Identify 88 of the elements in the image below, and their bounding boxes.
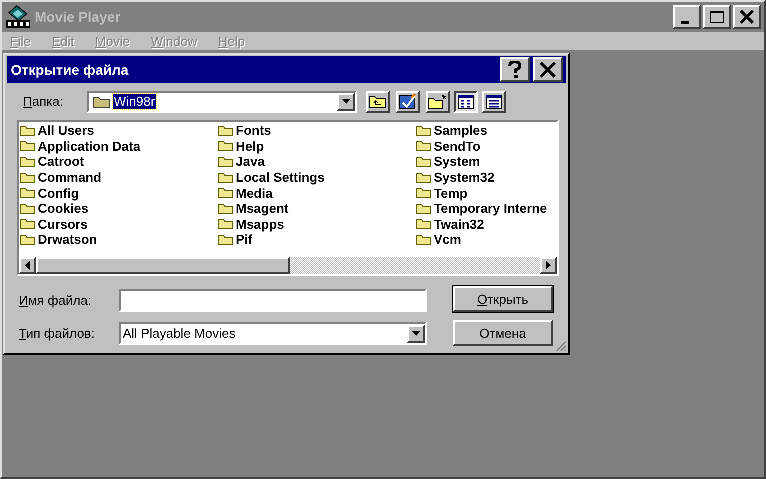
new-folder-icon <box>428 94 448 110</box>
folder-item[interactable]: Java <box>218 154 416 170</box>
folder-item[interactable]: Media <box>218 185 416 201</box>
close-icon <box>539 62 557 78</box>
folder-icon <box>416 202 432 215</box>
resize-grip-icon <box>555 340 567 352</box>
file-type-label: Тип файлов: <box>19 326 96 341</box>
folder-icon <box>416 187 432 200</box>
folder-item[interactable]: Pif <box>218 232 416 248</box>
folder-icon <box>416 156 432 168</box>
folder-item[interactable]: Fonts <box>218 123 416 139</box>
folder-icon <box>218 156 234 168</box>
details-view-button[interactable] <box>482 90 506 112</box>
folder-item[interactable]: Cookies <box>20 200 218 217</box>
folder-icon <box>93 94 111 108</box>
close-icon <box>739 10 755 24</box>
folder-icon <box>416 234 432 246</box>
folder-item[interactable]: Command <box>20 170 218 186</box>
folder-icon <box>218 218 234 230</box>
folder-icon <box>218 124 234 137</box>
filename-label: Имя файла: <box>19 293 93 308</box>
maximize-button[interactable] <box>703 5 731 29</box>
folder-item[interactable]: Temporary Interne <box>416 200 557 217</box>
list-view-button[interactable] <box>454 90 478 112</box>
window-title: Movie Player <box>35 9 121 25</box>
folder-item[interactable]: SendTo <box>416 138 557 154</box>
new-folder-button[interactable] <box>426 90 450 112</box>
checkmark-icon <box>399 94 417 110</box>
folder-icon <box>218 140 234 152</box>
folder-icon <box>20 202 36 215</box>
folder-icon <box>20 140 36 152</box>
folder-item[interactable]: Msagent <box>218 200 416 217</box>
folder-icon <box>218 187 234 200</box>
right-arrow-icon <box>546 261 551 270</box>
folder-item[interactable]: All Users <box>20 123 218 139</box>
minimize-button[interactable] <box>673 5 701 29</box>
folder-item[interactable]: Temp <box>416 185 557 201</box>
file-type-value: All Playable Movies <box>123 326 236 341</box>
list-view-icon <box>458 94 474 108</box>
folder-icon <box>416 218 432 230</box>
folder-icon <box>218 172 234 184</box>
folder-item[interactable]: Drwatson <box>20 232 218 248</box>
folder-icon <box>218 202 234 215</box>
folder-item[interactable]: Cursors <box>20 216 218 232</box>
folder-item[interactable]: System <box>416 154 557 170</box>
folder-dropdown[interactable]: Win98r <box>87 90 357 112</box>
dropdown-arrow-icon <box>412 331 420 336</box>
folder-item[interactable]: Twain32 <box>416 216 557 232</box>
details-view-icon <box>486 94 502 108</box>
folder-item[interactable]: Catroot <box>20 154 218 170</box>
folder-icon <box>20 156 36 168</box>
file-type-dropdown[interactable]: All Playable Movies <box>119 322 427 345</box>
open-button[interactable]: Открыть <box>453 286 553 312</box>
film-icon <box>5 5 31 29</box>
folder-item[interactable]: Config <box>20 185 218 201</box>
filename-field[interactable] <box>119 289 427 312</box>
folder-item[interactable]: Vcm <box>416 232 557 248</box>
folder-item[interactable]: Help <box>218 138 416 154</box>
cancel-button[interactable]: Отмена <box>453 320 553 346</box>
folder-item[interactable]: Msapps <box>218 216 416 232</box>
folder-item[interactable]: System32 <box>416 170 557 186</box>
minimize-icon <box>681 20 689 24</box>
folder-icon <box>20 234 36 246</box>
folder-icon <box>416 140 432 152</box>
folder-name: Win98r <box>113 94 156 109</box>
maximize-icon <box>709 10 725 24</box>
close-button[interactable] <box>533 57 563 82</box>
folder-label: Папка: <box>23 94 64 109</box>
help-icon <box>507 60 523 78</box>
up-folder-icon <box>369 94 387 108</box>
left-arrow-icon <box>25 261 30 270</box>
folder-icon <box>20 172 36 184</box>
dropdown-arrow-icon <box>342 99 350 104</box>
folder-icon <box>20 124 36 137</box>
folder-item[interactable]: Samples <box>416 123 557 139</box>
folder-item[interactable]: Application Data <box>20 138 218 154</box>
up-folder-button[interactable] <box>366 90 390 112</box>
folder-icon <box>20 218 36 230</box>
close-button[interactable] <box>733 5 761 29</box>
help-button[interactable] <box>500 57 530 82</box>
folder-item[interactable]: Local Settings <box>218 170 416 186</box>
folder-icon <box>416 124 432 137</box>
folder-icon <box>218 234 234 246</box>
folder-icon <box>20 187 36 200</box>
desktop-button[interactable] <box>396 90 420 112</box>
horizontal-scrollbar[interactable] <box>19 257 557 274</box>
folder-icon <box>416 172 432 184</box>
dialog-title: Открытие файла <box>11 62 130 78</box>
